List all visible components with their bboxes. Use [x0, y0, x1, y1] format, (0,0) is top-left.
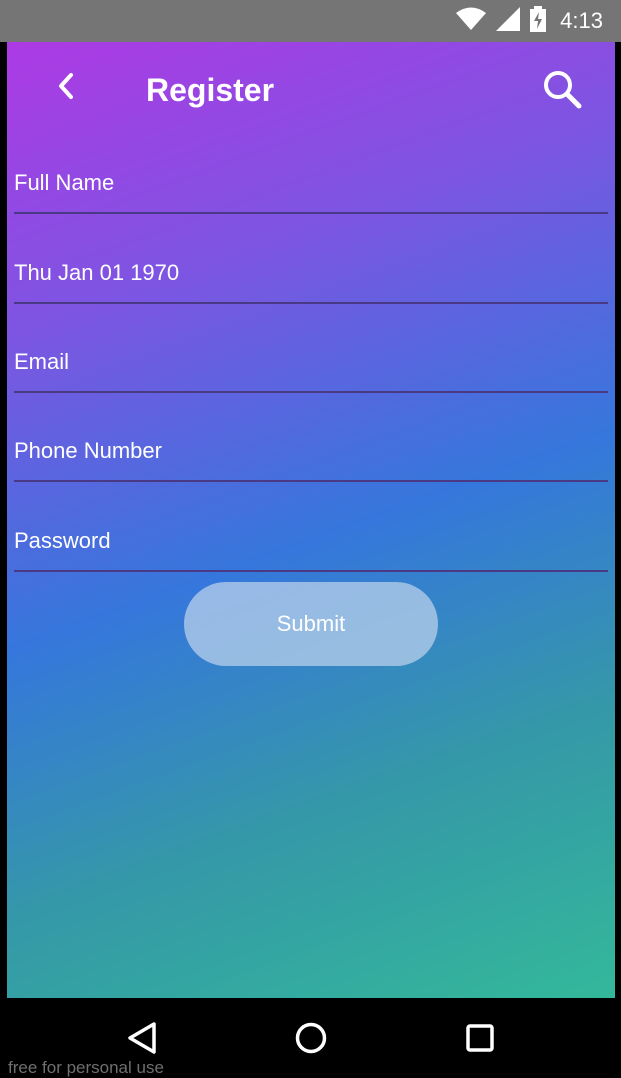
toolbar: Register [7, 42, 615, 142]
nav-home-button[interactable] [291, 1020, 331, 1060]
phone-number-field-wrapper [14, 422, 608, 482]
status-icons: 4:13 [456, 5, 603, 37]
status-bar: 4:13 [0, 0, 621, 42]
password-field-wrapper [14, 512, 608, 572]
submit-button[interactable]: Submit [184, 582, 438, 666]
date-of-birth-field[interactable] [14, 244, 608, 302]
nav-recents-button[interactable] [460, 1020, 500, 1060]
register-screen: Register Submit [7, 42, 615, 998]
full-name-field[interactable] [14, 154, 608, 212]
cell-signal-icon [496, 6, 521, 36]
circle-home-icon [294, 1021, 328, 1060]
watermark-text: free for personal use [8, 1058, 164, 1077]
nav-back-button[interactable] [122, 1020, 162, 1060]
password-field[interactable] [14, 512, 608, 570]
email-field-wrapper [14, 333, 608, 393]
chevron-left-icon [55, 72, 75, 105]
back-button[interactable] [49, 70, 81, 106]
date-of-birth-field-wrapper [14, 244, 608, 304]
phone-number-field[interactable] [14, 422, 608, 480]
full-name-field-wrapper [14, 154, 608, 214]
triangle-back-icon [126, 1021, 158, 1060]
page-title: Register [146, 72, 275, 108]
system-nav-bar: free for personal use [0, 998, 621, 1078]
email-field[interactable] [14, 333, 608, 391]
battery-charging-icon [530, 5, 547, 37]
status-time: 4:13 [560, 8, 603, 33]
search-icon [541, 71, 585, 116]
wifi-icon [456, 7, 487, 36]
search-button[interactable] [541, 68, 585, 112]
square-recents-icon [465, 1023, 495, 1058]
